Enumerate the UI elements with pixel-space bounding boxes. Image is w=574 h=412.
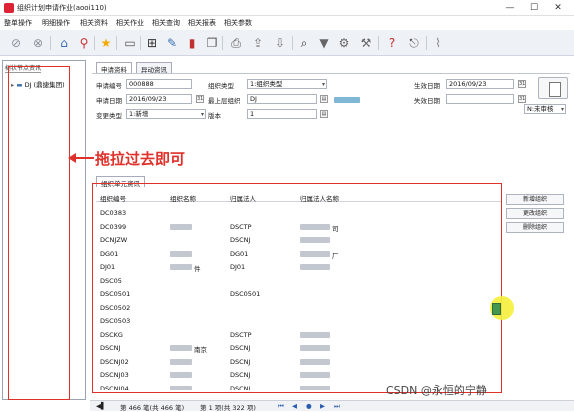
nav-first-icon[interactable]: ⏮ xyxy=(278,402,284,411)
new-icon[interactable]: ⊞ xyxy=(144,35,160,51)
nav-prev-icon[interactable]: ◀ xyxy=(292,402,297,410)
menu-item-jobs[interactable]: 相关作业 xyxy=(116,18,144,28)
change-type-label: 变更类型 xyxy=(96,112,122,120)
watermark: CSDN @永恒的宁静 xyxy=(386,384,487,397)
print-icon[interactable]: ⎙ xyxy=(228,35,244,51)
menu-item-params[interactable]: 相关参数 xyxy=(224,18,252,28)
filter-icon[interactable]: ▼ xyxy=(316,35,332,51)
maximize-button[interactable]: ☐ xyxy=(524,2,544,14)
version-field[interactable]: 1 xyxy=(247,109,317,119)
import-icon[interactable]: ⇩ xyxy=(272,35,288,51)
lookup-icon[interactable]: ▤ xyxy=(320,95,328,103)
first-page-icon[interactable]: ◀▌ xyxy=(96,402,106,410)
inv-date-label: 失效日期 xyxy=(414,97,440,105)
tools-icon[interactable]: ⚒ xyxy=(358,35,374,51)
apply-date-field[interactable]: 2016/09/23 xyxy=(126,94,192,104)
annotation-box-grid xyxy=(92,183,502,393)
menu-item-whole[interactable]: 整单操作 xyxy=(4,18,32,28)
attachment-icon[interactable]: ⌇ xyxy=(430,35,446,51)
check-icon[interactable]: ⊘ xyxy=(8,35,24,51)
calendar-icon[interactable]: 31 xyxy=(518,95,526,103)
document-icon[interactable] xyxy=(538,77,568,99)
help-icon[interactable]: ? xyxy=(384,35,400,51)
window-title: 组织计划申请作业(aooi110) xyxy=(17,4,107,12)
exit-icon[interactable]: ⎋ xyxy=(406,35,422,51)
cancel-icon[interactable]: ⊗ xyxy=(30,35,46,51)
menu-item-detail[interactable]: 明细操作 xyxy=(42,18,70,28)
top-org-label: 最上层组织 xyxy=(208,97,241,105)
menu-item-query[interactable]: 相关查询 xyxy=(152,18,180,28)
delete-org-button[interactable]: 删除组织 xyxy=(506,222,564,233)
home-icon[interactable]: ⌂ xyxy=(56,35,72,51)
lookup-icon[interactable]: ▤ xyxy=(320,110,328,118)
blurred-value xyxy=(334,97,360,103)
status-select[interactable]: N:未审核 xyxy=(524,104,566,114)
status-bar: ◀▌ 第 466 笔(共 466 笔) 第 1 项(共 322 项) ⏮ ◀ ●… xyxy=(90,400,574,412)
inv-date-field[interactable] xyxy=(446,94,514,104)
calendar-icon[interactable]: 31 xyxy=(196,95,204,103)
toolbar: ⊘ ⊗ ⌂ ⚲ ★ ▭ ⊞ ✎ ▮ ❐ ⎙ ⇪ ⇩ ⌕ ▼ ⚙ ⚒ ? ⎋ ⌇ xyxy=(0,30,574,56)
edit-icon[interactable]: ✎ xyxy=(164,35,180,51)
delete-icon[interactable]: ▮ xyxy=(184,35,200,51)
settings-icon[interactable]: ⚙ xyxy=(336,35,352,51)
nav-next-icon[interactable]: ▶ xyxy=(320,402,325,410)
title-bar: 组织计划申请作业(aooi110) — ☐ ✕ xyxy=(0,0,574,16)
apply-date-label: 申请日期 xyxy=(96,97,122,105)
version-label: 版本 xyxy=(208,112,221,120)
menu-item-reports[interactable]: 相关报表 xyxy=(188,18,216,28)
eff-date-field[interactable]: 2016/09/23 xyxy=(446,79,514,89)
app-icon xyxy=(4,3,14,13)
cursor-highlight xyxy=(490,296,514,320)
copy-icon[interactable]: ❐ xyxy=(204,35,220,51)
tab-change-info[interactable]: 异动资讯 xyxy=(136,62,172,74)
apply-no-field[interactable]: 000888 xyxy=(126,79,192,89)
org-type-label: 组织类型 xyxy=(208,82,234,90)
menu-bar: 整单操作 明细操作 相关资料 相关作业 相关查询 相关报表 相关参数 xyxy=(0,16,574,30)
nav-last-icon[interactable]: ⏭ xyxy=(334,402,340,411)
annotation-box-left xyxy=(8,66,70,400)
close-button[interactable]: ✕ xyxy=(548,2,568,14)
star-icon[interactable]: ★ xyxy=(98,35,114,51)
document-icon[interactable]: ▭ xyxy=(122,35,138,51)
annotation-text: 拖拉过去即可 xyxy=(95,150,186,168)
export-icon[interactable]: ⇪ xyxy=(250,35,266,51)
apply-no-label: 申请编号 xyxy=(96,82,122,90)
add-org-button[interactable]: 新增组织 xyxy=(506,194,564,205)
org-type-select[interactable]: 1:组织类型 xyxy=(247,79,327,89)
location-pin-icon[interactable]: ⚲ xyxy=(76,35,92,51)
top-org-field[interactable]: DJ xyxy=(247,94,317,104)
tab-apply-data[interactable]: 申请资料 xyxy=(96,62,132,74)
change-type-select[interactable]: 1:新增 xyxy=(126,109,206,119)
minimize-button[interactable]: — xyxy=(500,2,520,14)
menu-item-data[interactable]: 相关资料 xyxy=(80,18,108,28)
nav-current-icon[interactable]: ● xyxy=(306,402,312,410)
annotation-arrow xyxy=(68,153,94,163)
calendar-icon[interactable]: 31 xyxy=(518,80,526,88)
search-icon[interactable]: ⌕ xyxy=(296,35,312,51)
modify-org-button[interactable]: 更改组织 xyxy=(506,208,564,219)
eff-date-label: 生效日期 xyxy=(414,82,440,90)
